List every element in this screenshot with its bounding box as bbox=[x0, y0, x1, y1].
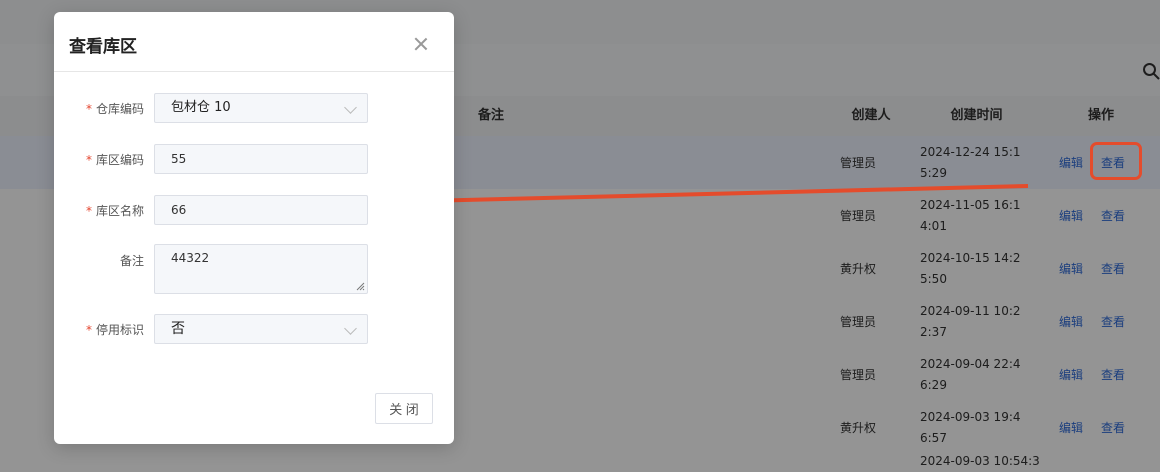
disabled-flag-select[interactable]: 否 bbox=[154, 314, 368, 344]
highlight-box bbox=[1090, 142, 1142, 180]
zone-name-value: 66 bbox=[171, 203, 187, 217]
dialog-title: 查看库区 bbox=[69, 37, 137, 57]
zone-name-field[interactable]: 66 bbox=[154, 195, 368, 225]
close-icon[interactable] bbox=[414, 37, 428, 51]
close-button[interactable]: 关 闭 bbox=[375, 393, 433, 424]
chevron-down-icon bbox=[344, 322, 357, 335]
zone-code-value: 55 bbox=[171, 152, 187, 166]
zone-code-field[interactable]: 55 bbox=[154, 144, 368, 174]
zone-name-label: * 库区名称 bbox=[85, 204, 144, 218]
required-mark: * bbox=[85, 323, 92, 337]
remark-value: 44322 bbox=[171, 251, 210, 265]
remark-label: 备注 bbox=[119, 254, 144, 268]
remark-textarea[interactable]: 44322 bbox=[154, 244, 368, 294]
warehouse-code-label: * 仓库编码 bbox=[85, 102, 144, 116]
zone-code-label: * 库区编码 bbox=[85, 153, 144, 167]
dialog-header: 查看库区 bbox=[54, 12, 454, 72]
disabled-flag-value: 否 bbox=[171, 321, 185, 337]
disabled-flag-label: * 停用标识 bbox=[85, 323, 144, 337]
resize-handle-icon[interactable] bbox=[355, 281, 365, 291]
required-mark: * bbox=[85, 153, 92, 167]
chevron-down-icon bbox=[344, 101, 357, 114]
view-zone-dialog: 查看库区 * 仓库编码 包材仓 10 * 库区编码 55 * 库区名称 66 备注 4… bbox=[54, 12, 454, 444]
required-mark: * bbox=[85, 102, 92, 116]
warehouse-code-select[interactable]: 包材仓 10 bbox=[154, 93, 368, 123]
warehouse-code-value: 包材仓 10 bbox=[171, 100, 231, 115]
required-mark: * bbox=[85, 204, 92, 218]
